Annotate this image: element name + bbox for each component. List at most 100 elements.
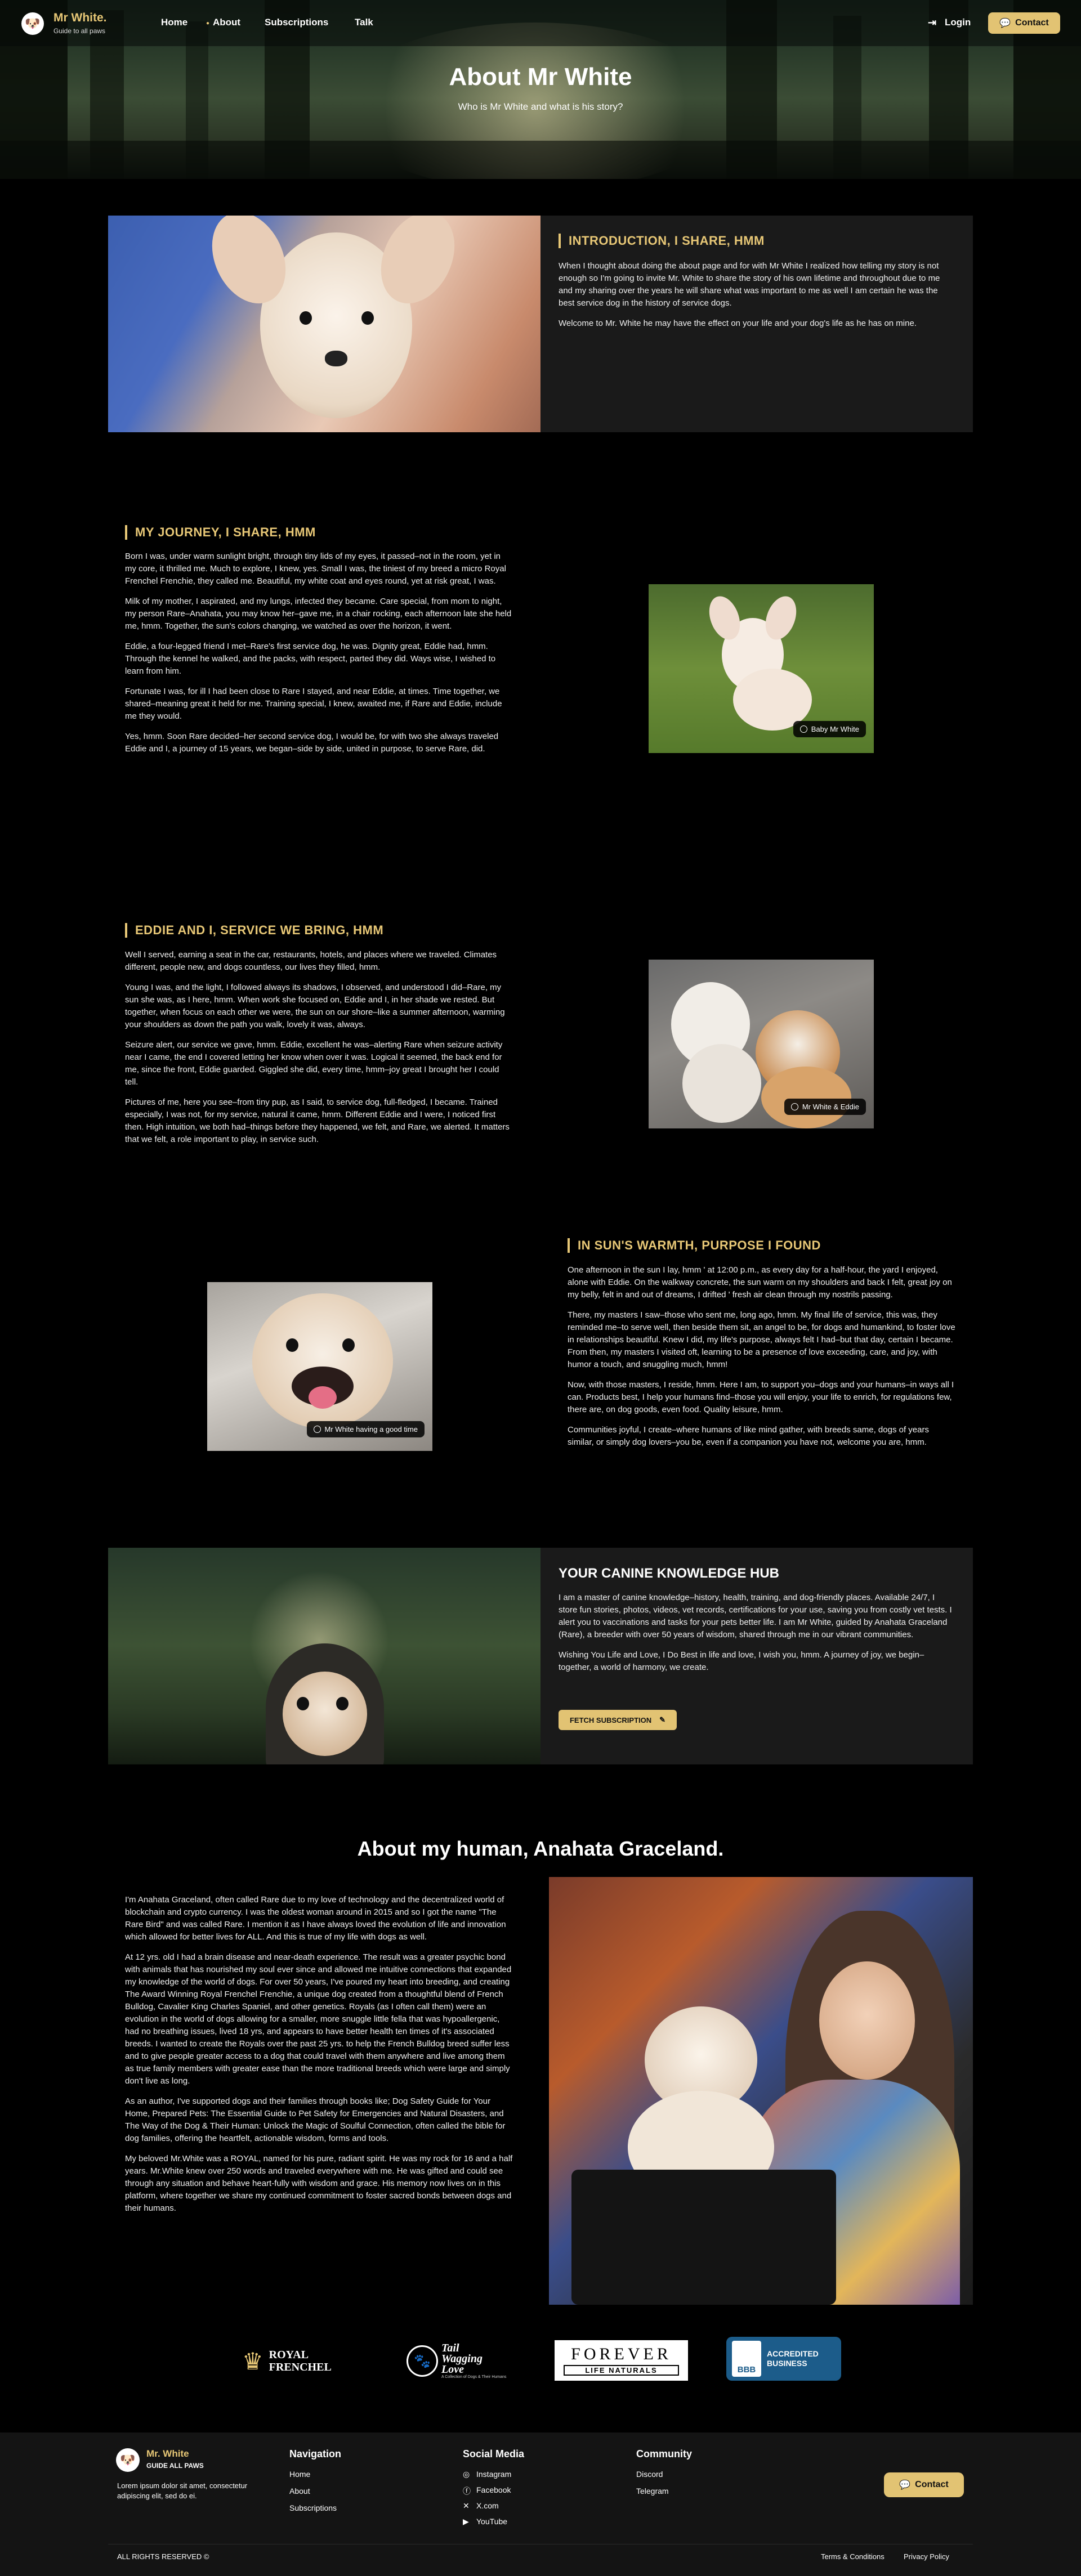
dog-logo-icon[interactable]: 🐶: [21, 12, 44, 35]
human-paragraph: My beloved Mr.White was a ROYAL, named f…: [125, 2154, 513, 2213]
eddie-text: Well I served, earning a seat in the car…: [125, 949, 513, 1154]
anahata-with-mr-white-photo: [549, 1877, 973, 2305]
intro-heading: INTRODUCTION, I SHARE, HMM: [559, 234, 765, 248]
footer-blurb: Lorem ipsum dolor sit amet, consectetur …: [117, 2481, 248, 2500]
intro-paragraph: When I thought about doing the about pag…: [559, 261, 940, 308]
business-word: BUSINESS: [767, 2359, 807, 2368]
journey-paragraph: Milk of my mother, I aspirated, and my l…: [125, 597, 512, 631]
nav-subscriptions[interactable]: Subscriptions: [265, 17, 328, 28]
photo-caption-badge: Baby Mr White: [793, 721, 866, 737]
mr-white-happy-photo: Mr White having a good time: [207, 1282, 432, 1451]
nav-about[interactable]: About: [213, 17, 240, 28]
contact-label: Contact: [1015, 18, 1049, 28]
mr-white-closeup-photo: [108, 216, 540, 432]
footer-contact-button[interactable]: 💬 Contact: [884, 2472, 964, 2497]
hub-paragraph: Wishing You Life and Love, I Do Best in …: [559, 1650, 924, 1672]
journey-paragraph: Born I was, under warm sunlight bright, …: [125, 552, 506, 586]
sun-paragraph: Communities joyful, I create–where human…: [568, 1425, 929, 1447]
bbb-torch-icon: BBB: [732, 2341, 761, 2377]
sun-paragraph: One afternoon in the sun I lay, hmm ' at…: [568, 1265, 952, 1300]
info-circle-icon: [313, 1426, 321, 1433]
forever-word: FOREVER: [571, 2345, 672, 2363]
caption-text: Mr White & Eddie: [802, 1103, 859, 1111]
human-heading: About my human, Anahata Graceland.: [357, 1837, 724, 1860]
caption-text: Mr White having a good time: [324, 1425, 418, 1433]
footer-tagline: GUIDE ALL PAWS: [146, 2462, 204, 2470]
footer-youtube[interactable]: YouTube: [476, 2517, 507, 2526]
royal-frenchel-logo[interactable]: ♛ ROYAL FRENCHEL: [242, 2338, 355, 2384]
footer-discord[interactable]: Discord: [636, 2470, 663, 2479]
sun-paragraph: There, my masters I saw–those who sent m…: [568, 1310, 955, 1369]
login-icon[interactable]: ⇥: [928, 17, 936, 29]
youtube-icon[interactable]: ▶: [463, 2517, 469, 2526]
active-dot-icon: ●: [206, 20, 210, 26]
login-link[interactable]: Login: [945, 17, 971, 28]
forever-living-logo[interactable]: FOREVER LIFE NATURALS: [555, 2340, 688, 2381]
journey-paragraph: Yes, hmm. Soon Rare decided–her second s…: [125, 732, 499, 754]
dog-logo-icon[interactable]: 🐶: [116, 2448, 140, 2472]
terms-link[interactable]: Terms & Conditions: [821, 2552, 885, 2561]
human-paragraph: At 12 yrs. old I had a brain disease and…: [125, 1952, 512, 2086]
tail-tagline: A Collection of Dogs & Their Humans: [441, 2375, 507, 2379]
footer-nav-subscriptions[interactable]: Subscriptions: [289, 2503, 337, 2512]
x-icon[interactable]: ✕: [463, 2501, 470, 2511]
sun-heading: IN SUN'S WARMTH, PURPOSE I FOUND: [568, 1238, 821, 1253]
life-naturals-word: LIFE NATURALS: [564, 2365, 679, 2376]
page-title: About Mr White: [449, 63, 632, 91]
royal-word: ROYAL: [269, 2349, 309, 2361]
photo-caption-badge: Mr White & Eddie: [784, 1099, 866, 1115]
bbb-accredited-logo[interactable]: BBB ACCREDITED BUSINESS: [726, 2337, 841, 2381]
photo-caption-badge: Mr White having a good time: [306, 1421, 425, 1437]
info-circle-icon: [799, 725, 807, 733]
page-subtitle: Who is Mr White and what is his story?: [458, 101, 623, 112]
eddie-heading: EDDIE AND I, SERVICE WE BRING, HMM: [125, 923, 383, 938]
eddie-paragraph: Young I was, and the light, I followed a…: [125, 983, 505, 1029]
baby-mr-white-photo: Baby Mr White: [649, 584, 874, 753]
contact-button[interactable]: 💬 Contact: [988, 12, 1060, 34]
footer-nav-title: Navigation: [289, 2448, 342, 2459]
footer-telegram[interactable]: Telegram: [636, 2487, 669, 2496]
journey-paragraph: Eddie, a four-legged friend I met–Rare's…: [125, 642, 496, 676]
crown-icon: ♛: [242, 2347, 263, 2375]
pencil-icon: ✎: [659, 1715, 666, 1724]
facebook-icon[interactable]: ⓕ: [463, 2485, 471, 2497]
chat-bubble-icon: 💬: [899, 2480, 911, 2490]
caption-text: Baby Mr White: [811, 725, 859, 733]
mr-white-forest-photo: [108, 1548, 540, 1764]
contact-label: Contact: [915, 2480, 949, 2489]
brand-tagline: Guide to all paws: [53, 27, 106, 35]
love-word: Love: [441, 2363, 464, 2376]
intro-paragraph: Welcome to Mr. White he may have the eff…: [559, 319, 917, 328]
eddie-paragraph: Well I served, earning a seat in the car…: [125, 950, 497, 972]
nav-talk[interactable]: Talk: [355, 17, 373, 28]
tail-wagging-love-logo[interactable]: 🐾 Tail Wagging Love A Collection of Dogs…: [407, 2336, 519, 2386]
fetch-subscription-button[interactable]: FETCH SUBSCRIPTION ✎: [559, 1710, 677, 1730]
journey-text: Born I was, under warm sunlight bright, …: [125, 550, 513, 763]
hub-paragraph: I am a master of canine knowledge–histor…: [559, 1593, 952, 1639]
eddie-paragraph: Seizure alert, our service we gave, hmm.…: [125, 1040, 503, 1087]
footer-social-title: Social Media: [463, 2448, 525, 2459]
footer-instagram[interactable]: Instagram: [476, 2470, 511, 2479]
sun-paragraph: Now, with those masters, I reside, hmm. …: [568, 1380, 954, 1414]
mr-white-and-eddie-photo: Mr White & Eddie: [649, 960, 874, 1128]
paw-heart-icon: 🐾: [407, 2345, 438, 2377]
footer-x[interactable]: X.com: [476, 2501, 499, 2510]
footer-brand[interactable]: Mr. White: [146, 2448, 189, 2459]
copyright: ALL RIGHTS RESERVED ©: [117, 2552, 209, 2561]
human-paragraph: I'm Anahata Graceland, often called Rare…: [125, 1895, 506, 1942]
human-text: I'm Anahata Graceland, often called Rare…: [125, 1894, 513, 2223]
privacy-link[interactable]: Privacy Policy: [904, 2552, 949, 2561]
frenchel-word: FRENCHEL: [269, 2361, 332, 2373]
journey-paragraph: Fortunate I was, for ill I had been clos…: [125, 687, 502, 721]
sun-text: One afternoon in the sun I lay, hmm ' at…: [568, 1264, 956, 1457]
brand-name[interactable]: Mr White.: [53, 11, 107, 25]
instagram-icon[interactable]: ◎: [463, 2470, 470, 2479]
hub-heading: YOUR CANINE KNOWLEDGE HUB: [559, 1566, 780, 1581]
human-paragraph: As an author, I've supported dogs and th…: [125, 2096, 506, 2143]
footer-nav-home[interactable]: Home: [289, 2470, 310, 2479]
chat-bubble-icon: 💬: [999, 19, 1011, 28]
footer-facebook[interactable]: Facebook: [476, 2485, 511, 2494]
footer-nav-about[interactable]: About: [289, 2487, 310, 2496]
hub-text: I am a master of canine knowledge–histor…: [559, 1592, 953, 1682]
nav-home[interactable]: Home: [161, 17, 187, 28]
